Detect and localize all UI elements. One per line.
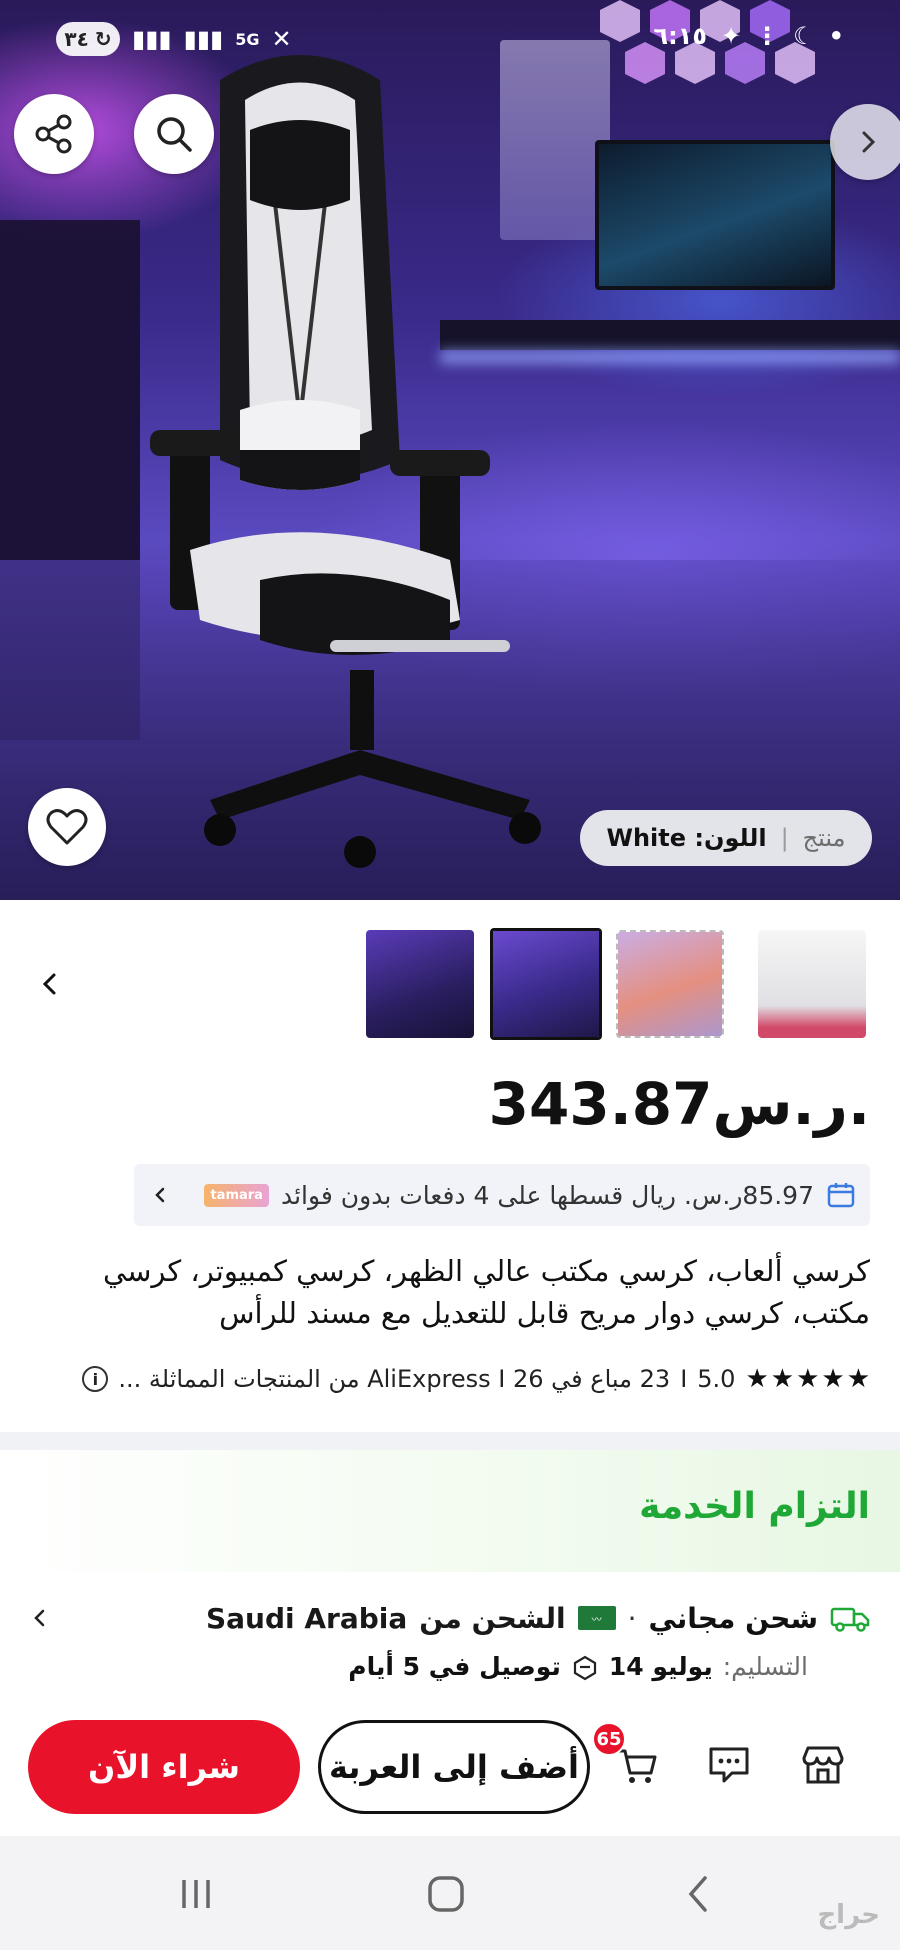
recent-apps-button[interactable] bbox=[166, 1866, 226, 1922]
shipping-badge-icon bbox=[573, 1655, 596, 1680]
delivery-label: التسليم: bbox=[722, 1652, 808, 1681]
selected-color-pill[interactable]: منتج | اللون: White bbox=[580, 810, 872, 866]
thumbnail-2-selected[interactable] bbox=[490, 928, 602, 1040]
star-icon: ★ bbox=[821, 1364, 845, 1394]
ship-from-country: Saudi Arabia bbox=[206, 1601, 408, 1635]
shipping-row[interactable]: شحن مجاني · 〰 الشحن من Saudi Arabia bbox=[20, 1590, 870, 1646]
battery-indicator: ٣٤ ↻ bbox=[56, 22, 120, 56]
notification-icon: ✦ bbox=[721, 22, 742, 50]
chat-button[interactable] bbox=[702, 1738, 756, 1792]
next-image-button[interactable] bbox=[830, 104, 900, 180]
selected-color-text: اللون: White bbox=[606, 824, 767, 852]
chevron-left-icon bbox=[155, 1187, 165, 1203]
thumbnail-1[interactable] bbox=[366, 930, 474, 1038]
image-thumbnails bbox=[0, 926, 900, 1042]
service-commitment-title: التزام الخدمة bbox=[639, 1486, 870, 1527]
heart-icon bbox=[46, 809, 88, 845]
rating-stars: ★ ★ ★ ★ ★ bbox=[745, 1364, 870, 1394]
delivery-row: التسليم: يوليو 14 توصيل في 5 أيام bbox=[348, 1652, 808, 1681]
charging-icon: ↻ bbox=[94, 27, 112, 51]
installments-text: 85.97ر.س. ريال قسطها على 4 دفعات بدون فو… bbox=[280, 1180, 814, 1210]
shipping-dot: · bbox=[627, 1601, 637, 1635]
wishlist-button[interactable] bbox=[28, 788, 106, 866]
thumbnails-prev-button[interactable] bbox=[22, 956, 78, 1012]
product-label: منتج bbox=[802, 824, 846, 852]
fast-delivery-text: توصيل في 5 أيام bbox=[348, 1652, 561, 1681]
back-icon bbox=[688, 1876, 707, 1912]
bottom-action-bar: شراء الآن أضف إلى العربة 65 bbox=[0, 1708, 900, 1834]
star-icon: ★ bbox=[846, 1364, 870, 1394]
cart-count-badge: 65 bbox=[592, 1722, 626, 1756]
network-type: 5G bbox=[235, 29, 260, 49]
dot-icon: • bbox=[828, 22, 844, 50]
home-icon bbox=[428, 1876, 464, 1912]
search-button[interactable] bbox=[134, 94, 214, 174]
watermark-logo: حراج bbox=[817, 1900, 880, 1930]
search-icon bbox=[157, 117, 192, 152]
moon-icon: ☾ bbox=[793, 22, 815, 50]
back-button[interactable] bbox=[668, 1866, 728, 1922]
shipping-chevron bbox=[20, 1607, 60, 1629]
store-icon bbox=[802, 1746, 844, 1784]
chevron-left-icon bbox=[42, 973, 56, 995]
delivery-date: يوليو 14 bbox=[608, 1652, 713, 1681]
product-price: 343.87ر.س. bbox=[488, 1070, 871, 1138]
add-to-cart-button[interactable]: أضف إلى العربة bbox=[318, 1720, 590, 1814]
truck-icon bbox=[830, 1607, 870, 1632]
system-navigation-bar: حراج bbox=[0, 1836, 900, 1950]
chat-icon bbox=[709, 1747, 749, 1783]
chevron-right-icon bbox=[862, 131, 876, 153]
home-button[interactable] bbox=[416, 1866, 476, 1922]
status-bar: ٣٤ ↻ ▮▮▮ ▮▮▮ 5G ✕ ٦:١٥ ✦ ⋮ ☾ • bbox=[0, 0, 900, 80]
sold-count-text: 23 مباع في AliExpress I 26 من المنتجات ا… bbox=[118, 1365, 671, 1393]
pill-separator: | bbox=[780, 824, 789, 852]
rating-value: 5.0 bbox=[697, 1365, 736, 1393]
installments-banner[interactable]: 85.97ر.س. ريال قسطها على 4 دفعات بدون فو… bbox=[134, 1164, 870, 1226]
background-monitor bbox=[595, 140, 835, 290]
gaming-chair-illustration bbox=[150, 55, 541, 868]
dot-indicator-icon: ⋮ bbox=[755, 22, 780, 50]
signal-icon: ▮▮▮ bbox=[132, 25, 172, 53]
status-time: ٦:١٥ bbox=[653, 22, 708, 50]
signal-icon-2: ▮▮▮ bbox=[183, 25, 224, 53]
share-icon bbox=[35, 114, 72, 154]
installments-chevron bbox=[148, 1186, 172, 1204]
info-icon[interactable]: i bbox=[82, 1366, 109, 1392]
section-divider bbox=[0, 1432, 900, 1450]
chevron-left-icon bbox=[34, 1609, 45, 1627]
thumbnail-3[interactable] bbox=[616, 930, 724, 1038]
mute-icon: ✕ bbox=[271, 25, 292, 53]
thumbnail-4[interactable] bbox=[758, 930, 866, 1038]
store-button[interactable] bbox=[796, 1738, 850, 1792]
tamara-logo: tamara bbox=[204, 1183, 269, 1207]
recents-icon bbox=[182, 1880, 210, 1908]
rating-row[interactable]: ★ ★ ★ ★ ★ 5.0 I 23 مباع في AliExpress I … bbox=[20, 1364, 870, 1394]
product-title: كرسي ألعاب، كرسي مكتب عالي الظهر، كرسي ك… bbox=[102, 1254, 870, 1330]
battery-level: ٣٤ bbox=[64, 27, 89, 51]
star-icon: ★ bbox=[796, 1364, 820, 1394]
ship-from-label: الشحن من bbox=[419, 1601, 566, 1635]
product-hero-image[interactable]: منتج | اللون: White bbox=[0, 0, 900, 900]
calendar-icon bbox=[827, 1183, 855, 1208]
star-icon: ★ bbox=[770, 1364, 795, 1394]
saudi-flag-icon: 〰 bbox=[577, 1606, 616, 1630]
buy-now-button[interactable]: شراء الآن bbox=[28, 1720, 300, 1814]
share-button[interactable] bbox=[14, 94, 94, 174]
star-icon: ★ bbox=[745, 1364, 769, 1394]
free-shipping-text: شحن مجاني bbox=[648, 1601, 818, 1635]
rating-separator: I bbox=[680, 1365, 688, 1393]
